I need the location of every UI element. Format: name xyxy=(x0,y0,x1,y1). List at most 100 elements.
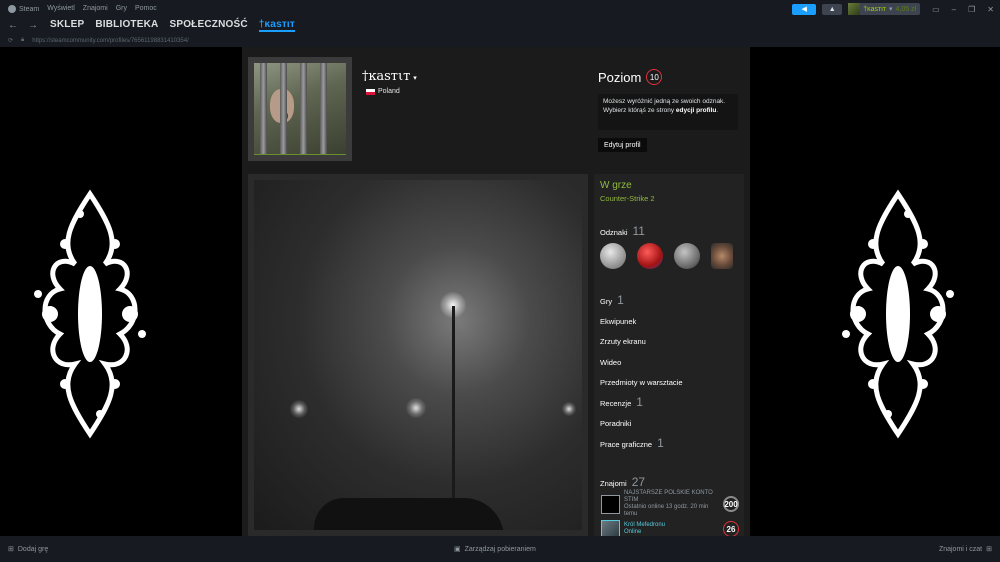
poland-flag-icon xyxy=(366,88,375,95)
artwork-showcase xyxy=(248,174,588,536)
menu-steam[interactable]: Steam xyxy=(8,4,40,13)
badges-count: 11 xyxy=(632,224,645,238)
profile-avatar xyxy=(254,63,346,155)
artwork-count: 1 xyxy=(657,436,664,450)
chevron-down-icon[interactable]: ▾ xyxy=(413,74,417,82)
menu-bar: Steam Wyświetl Znajomi Gry Pomoc xyxy=(0,4,157,13)
nav-bar: ← → SKLEP BIBLIOTEKA SPOŁECZNOŚĆ †ĸasтιт xyxy=(0,17,1000,34)
restore-icon[interactable]: ❐ xyxy=(968,5,975,14)
plus-icon: ⊞ xyxy=(8,546,14,553)
menu-view[interactable]: Wyświetl xyxy=(47,5,75,12)
chevron-down-icon: ▾ xyxy=(888,6,893,13)
account-menu[interactable]: †ĸasтιт ▾ 4,05 zł xyxy=(848,3,921,15)
showcase-image[interactable] xyxy=(254,180,582,530)
tab-community[interactable]: SPOŁECZNOŚĆ xyxy=(169,19,247,32)
jail-bar xyxy=(300,63,307,154)
lock-icon: 🔒︎ xyxy=(21,37,25,43)
url-bar: ⟳ 🔒︎ https://steamcommunity.com/profiles… xyxy=(0,34,1000,47)
workshop-link[interactable]: Przedmioty w warsztacie xyxy=(600,378,683,387)
minimize-icon[interactable]: – xyxy=(952,5,956,14)
announcements-button[interactable]: ◀ xyxy=(792,3,817,15)
tab-store[interactable]: SKLEP xyxy=(50,19,84,32)
downloads-button[interactable]: ▣ Zarządzaj pobieraniem xyxy=(454,545,536,554)
profile-level[interactable]: Poziom 10 xyxy=(598,69,663,85)
friends-chat-button[interactable]: Znajomi i czat ⊞ xyxy=(939,545,992,554)
ornament-right xyxy=(842,189,954,439)
edit-profile-link[interactable]: edycji profilu xyxy=(676,107,716,114)
profile-location: Poland xyxy=(366,88,400,95)
badges-label: Odznaki xyxy=(600,228,628,237)
friend-item[interactable]: NAJSTARSZE POLSKIE KONTO STIM Ostatnio o… xyxy=(601,490,739,517)
steam-logo-icon xyxy=(8,4,16,13)
guides-link[interactable]: Poradniki xyxy=(600,419,631,428)
jail-bar xyxy=(260,63,267,154)
chat-icon: ⊞ xyxy=(986,546,992,553)
featured-badge-note: Możesz wyróżnić jedną ze swoich odznak. … xyxy=(598,94,738,130)
badges-link[interactable]: Odznaki 11 xyxy=(600,224,645,238)
wallet-balance: 4,05 zł xyxy=(895,5,917,13)
title-bar: Steam Wyświetl Znajomi Gry Pomoc ◀ ▲ †ĸa… xyxy=(0,0,1000,17)
badge-icon[interactable] xyxy=(637,243,663,269)
downloads-label: Zarządzaj pobieraniem xyxy=(464,545,536,553)
account-username: †ĸasтιт xyxy=(863,5,886,13)
inventory-link[interactable]: Ekwipunek xyxy=(600,317,636,326)
friend-level-badge: 26 xyxy=(723,521,739,537)
videos-link[interactable]: Wideo xyxy=(600,358,621,367)
ingame-status: W grze Counter-Strike 2 xyxy=(600,180,655,203)
games-link[interactable]: Gry 1 xyxy=(600,293,624,307)
badge-icon[interactable] xyxy=(711,243,733,269)
artwork-link[interactable]: Prace graficzne 1 xyxy=(600,436,664,450)
download-icon: ▣ xyxy=(454,546,461,553)
reviews-label: Recenzje xyxy=(600,399,632,408)
menu-friends[interactable]: Znajomi xyxy=(83,5,108,12)
notifications-button[interactable]: ▲ xyxy=(822,3,843,15)
friends-link[interactable]: Znajomi 27 xyxy=(600,475,645,489)
big-picture-icon[interactable]: ▭ xyxy=(932,5,940,14)
menu-games[interactable]: Gry xyxy=(116,5,127,12)
megaphone-icon: ◀ xyxy=(801,6,807,13)
reviews-link[interactable]: Recenzje 1 xyxy=(600,395,643,409)
country-name: Poland xyxy=(378,88,400,95)
friend-status: Online xyxy=(624,529,642,535)
tab-library[interactable]: BIBLIOTEKA xyxy=(95,19,158,32)
profile-avatar-frame xyxy=(248,57,352,161)
badge-note-end: . xyxy=(716,107,719,114)
avatar xyxy=(848,3,861,15)
lamp-pole xyxy=(452,306,455,506)
games-label: Gry xyxy=(600,297,613,306)
friends-label: Znajomi xyxy=(600,479,627,488)
status-label: W grze xyxy=(600,180,632,191)
screenshots-link[interactable]: Zrzuty ekranu xyxy=(600,337,646,346)
jail-bar xyxy=(320,63,327,154)
bottom-bar: ⊞ Dodaj grę ▣ Zarządzaj pobieraniem Znaj… xyxy=(0,536,1000,562)
forward-arrow-icon[interactable]: → xyxy=(28,20,38,31)
profile-name[interactable]: †ĸasтιт ▾ xyxy=(362,69,417,84)
artwork-label: Prace graficzne xyxy=(600,440,653,449)
games-count: 1 xyxy=(617,293,624,307)
friend-level-badge: 200 xyxy=(723,496,739,512)
badge-list xyxy=(600,243,733,269)
friends-count: 27 xyxy=(631,475,646,489)
profile-name-text: †ĸasтιт xyxy=(362,69,411,84)
tab-profile[interactable]: †ĸasтιт xyxy=(258,19,296,32)
edit-profile-button[interactable]: Edytuj profil xyxy=(598,138,647,152)
jail-bar xyxy=(280,63,287,154)
back-arrow-icon[interactable]: ← xyxy=(8,20,18,31)
add-game-button[interactable]: ⊞ Dodaj grę xyxy=(8,545,49,554)
reviews-count: 1 xyxy=(636,395,643,409)
friend-name: Król Mefedronu xyxy=(624,522,666,528)
reload-icon[interactable]: ⟳ xyxy=(8,37,13,44)
badge-icon[interactable] xyxy=(674,243,700,269)
friend-name: NAJSTARSZE POLSKIE KONTO STIM xyxy=(624,490,713,503)
add-game-label: Dodaj grę xyxy=(17,545,49,553)
ornament-left xyxy=(34,189,146,439)
current-game[interactable]: Counter-Strike 2 xyxy=(600,194,655,203)
url-text[interactable]: https://steamcommunity.com/profiles/7656… xyxy=(32,38,189,44)
menu-help[interactable]: Pomoc xyxy=(135,5,157,12)
close-icon[interactable]: ✕ xyxy=(987,5,994,14)
distant-light xyxy=(290,400,308,418)
badge-icon[interactable] xyxy=(600,243,626,269)
menu-steam-label: Steam xyxy=(19,5,40,13)
car-silhouette xyxy=(314,498,504,530)
friend-avatar xyxy=(601,494,620,514)
